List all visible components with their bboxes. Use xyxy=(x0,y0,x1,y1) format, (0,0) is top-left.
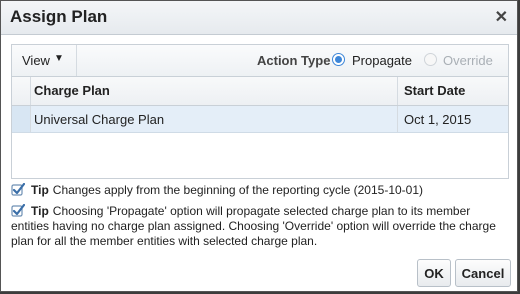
tip-text-continued: entities having no charge plan assigned.… xyxy=(11,219,496,248)
column-divider xyxy=(397,106,398,132)
table-header: Charge Plan Start Date xyxy=(12,77,508,106)
tip-reporting-cycle: Tip Changes apply from the beginning of t… xyxy=(11,183,509,198)
charge-plan-panel: View ▼ Action Type Propagate Override Ch… xyxy=(11,44,509,179)
cell-start-date: Oct 1, 2015 xyxy=(404,112,472,127)
column-header-start-date[interactable]: Start Date xyxy=(404,83,465,98)
panel-toolbar: View ▼ Action Type Propagate Override xyxy=(12,45,508,77)
row-selector[interactable] xyxy=(12,106,31,132)
tip-label: Tip xyxy=(31,183,49,197)
column-divider xyxy=(397,77,398,105)
tip-propagate-override: Tip Choosing 'Propagate' option will prop… xyxy=(11,204,509,249)
row-header-gutter xyxy=(12,77,31,105)
tip-text: Choosing 'Propagate' option will propaga… xyxy=(52,204,471,218)
view-menu-label: View xyxy=(22,53,50,68)
tip-label: Tip xyxy=(31,204,49,218)
propagate-radio-label[interactable]: Propagate xyxy=(352,53,412,68)
tip-text: Changes apply from the beginning of the … xyxy=(52,183,424,197)
column-header-charge-plan[interactable]: Charge Plan xyxy=(34,83,110,98)
view-menu-button[interactable]: View ▼ xyxy=(12,45,77,76)
action-type-label: Action Type xyxy=(257,53,331,68)
cell-charge-plan: Universal Charge Plan xyxy=(34,112,165,127)
propagate-radio[interactable] xyxy=(332,53,345,66)
checkmark-icon xyxy=(11,204,25,217)
dialog-titlebar: Assign Plan ✕ xyxy=(1,1,517,35)
assign-plan-dialog: Assign Plan ✕ View ▼ Action Type Propaga… xyxy=(0,0,518,292)
override-radio xyxy=(424,53,437,66)
override-radio-label: Override xyxy=(443,53,493,68)
chevron-down-icon: ▼ xyxy=(54,53,64,64)
cancel-button[interactable]: Cancel xyxy=(455,259,511,287)
dialog-title: Assign Plan xyxy=(10,7,108,26)
checkmark-icon xyxy=(11,183,25,196)
close-icon[interactable]: ✕ xyxy=(495,7,508,27)
table-row[interactable]: Universal Charge Plan Oct 1, 2015 xyxy=(12,106,508,133)
ok-button[interactable]: OK xyxy=(417,259,451,287)
